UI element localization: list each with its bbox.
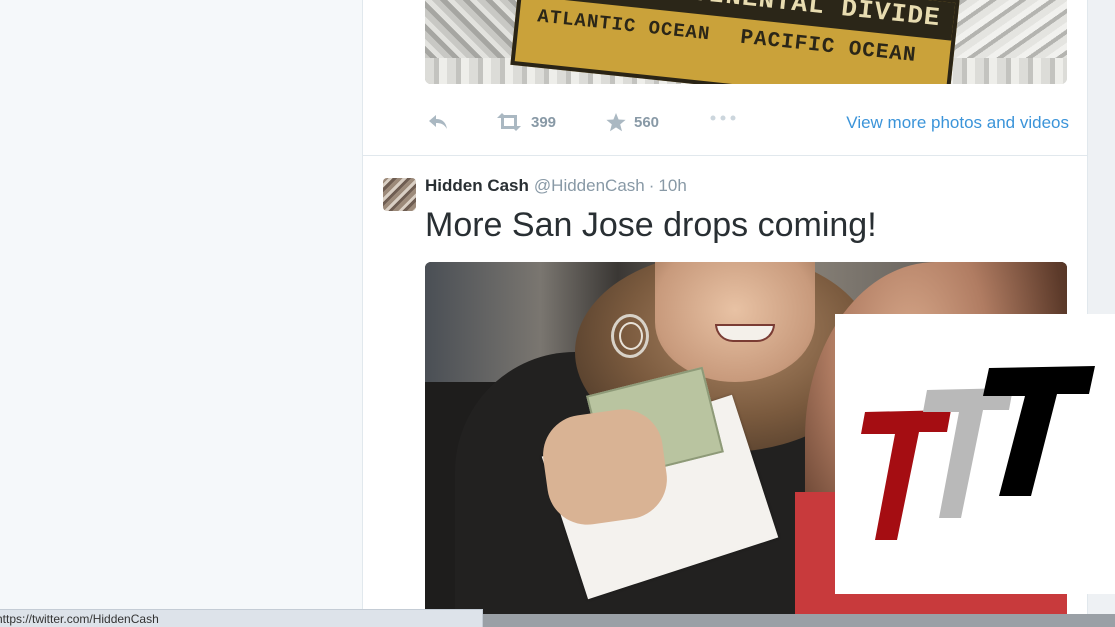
browser-status-bar: https://twitter.com/HiddenCash [0, 609, 483, 627]
favorite-button[interactable]: 560 [606, 113, 659, 132]
ttt-logo-watermark [835, 314, 1115, 594]
photo-face [655, 262, 815, 382]
page-left-background [0, 0, 362, 627]
tweet-timestamp[interactable]: 10h [658, 176, 686, 195]
continental-divide-sign: CONTINENTAL DIVIDE ATLANTIC OCEAN PACIFI… [510, 0, 960, 84]
photo-earring-inner [619, 322, 643, 350]
author-name[interactable]: Hidden Cash [425, 176, 529, 195]
retweet-button[interactable]: 399 [495, 113, 556, 131]
previous-tweet-actions: 399 560 View more photos and videos [425, 110, 1069, 140]
status-url: https://twitter.com/HiddenCash [0, 612, 159, 626]
avatar[interactable] [383, 178, 416, 211]
tweet-text: More San Jose drops coming! [425, 206, 877, 244]
tweet-divider [363, 155, 1087, 156]
previous-tweet-photo[interactable]: CONTINENTAL DIVIDE ATLANTIC OCEAN PACIFI… [425, 0, 1067, 84]
photo-smile [715, 324, 775, 342]
reply-button[interactable] [427, 113, 449, 131]
browser-bottom-strip [483, 614, 1115, 627]
star-icon [606, 113, 626, 132]
view-more-photos-link[interactable]: View more photos and videos [846, 113, 1069, 133]
tweet-header: Hidden Cash @HiddenCash · 10h [425, 176, 687, 196]
author-handle[interactable]: @HiddenCash [534, 176, 645, 195]
ttt-logo-icon [861, 366, 1095, 540]
reply-icon [429, 115, 447, 129]
retweet-icon [497, 113, 521, 131]
header-separator: · [648, 176, 655, 195]
favorite-count: 560 [634, 114, 660, 131]
retweet-count: 399 [531, 113, 557, 131]
more-dots-icon [710, 115, 736, 121]
more-button[interactable] [709, 113, 737, 123]
